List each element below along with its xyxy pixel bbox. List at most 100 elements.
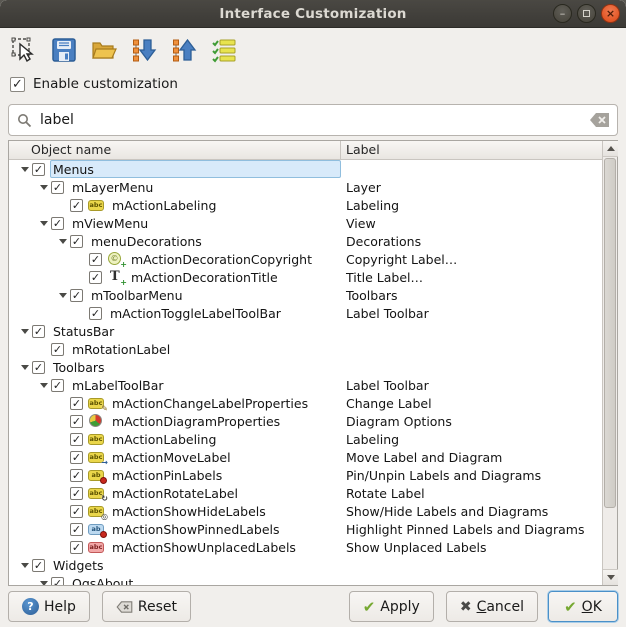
tree-row[interactable]: ✓abc↻mActionRotateLabelRotate Label xyxy=(9,484,602,502)
expand-arrow-icon[interactable] xyxy=(18,329,32,334)
tree-row[interactable]: ✓mActionDiagramPropertiesDiagram Options xyxy=(9,412,602,430)
tree-row[interactable]: ✓ StatusBar xyxy=(9,322,602,340)
row-checkbox[interactable]: ✓ xyxy=(70,523,83,536)
scroll-up-icon[interactable] xyxy=(603,141,618,157)
reset-button[interactable]: Reset xyxy=(102,591,191,622)
row-checkbox[interactable]: ✓ xyxy=(51,379,64,392)
tree-row[interactable]: ✓abcmActionShowUnplacedLabelsShow Unplac… xyxy=(9,538,602,556)
object-name[interactable]: mActionDiagramProperties xyxy=(109,414,283,429)
maximize-icon[interactable] xyxy=(577,4,596,23)
row-checkbox[interactable]: ✓ xyxy=(70,469,83,482)
tree-row[interactable]: ✓abmActionPinLabelsPin/Unpin Labels and … xyxy=(9,466,602,484)
select-widgets-icon[interactable] xyxy=(10,36,38,64)
tree-row[interactable]: ✓©+mActionDecorationCopyrightCopyright L… xyxy=(9,250,602,268)
row-checkbox[interactable]: ✓ xyxy=(32,559,45,572)
row-checkbox[interactable]: ✓ xyxy=(32,163,45,176)
object-name[interactable]: mActionToggleLabelToolBar xyxy=(107,306,284,321)
tree-row[interactable]: ✓mActionToggleLabelToolBarLabel Toolbar xyxy=(9,304,602,322)
column-divider[interactable] xyxy=(340,141,341,160)
object-name[interactable]: mToolbarMenu xyxy=(88,288,186,303)
row-checkbox[interactable]: ✓ xyxy=(51,343,64,356)
object-name[interactable]: mActionDecorationTitle xyxy=(128,270,281,285)
row-checkbox[interactable]: ✓ xyxy=(70,505,83,518)
object-name[interactable]: mActionChangeLabelProperties xyxy=(109,396,311,411)
tree-row[interactable]: ✓ Toolbars xyxy=(9,358,602,376)
titlebar[interactable]: Interface Customization – × xyxy=(0,0,626,28)
tree-row[interactable]: ✓ Widgets xyxy=(9,556,602,574)
close-icon[interactable]: × xyxy=(601,4,620,23)
tree-row[interactable]: ✓menuDecorationsDecorations xyxy=(9,232,602,250)
tree-row[interactable]: ✓abc→mActionMoveLabelMove Label and Diag… xyxy=(9,448,602,466)
column-header-label[interactable]: Label xyxy=(346,142,380,157)
row-checkbox[interactable]: ✓ xyxy=(32,325,45,338)
row-checkbox[interactable]: ✓ xyxy=(70,451,83,464)
scrollbar-thumb[interactable] xyxy=(604,158,616,508)
expand-arrow-icon[interactable] xyxy=(37,221,51,226)
search-box[interactable] xyxy=(8,104,618,136)
tree-row[interactable]: ✓abc◎mActionShowHideLabelsShow/Hide Labe… xyxy=(9,502,602,520)
tree-row[interactable]: ✓ QgsAbout xyxy=(9,574,602,585)
object-name[interactable]: mActionShowUnplacedLabels xyxy=(109,540,299,555)
cancel-button[interactable]: ✖ Cancel xyxy=(446,591,538,622)
search-input[interactable] xyxy=(40,112,590,128)
column-header-object-name[interactable]: Object name xyxy=(31,142,111,157)
row-checkbox[interactable]: ✓ xyxy=(32,361,45,374)
row-checkbox[interactable]: ✓ xyxy=(51,181,64,194)
tree-row[interactable]: ✓T+mActionDecorationTitleTitle Label… xyxy=(9,268,602,286)
row-checkbox[interactable]: ✓ xyxy=(89,271,102,284)
minimize-icon[interactable]: – xyxy=(553,4,572,23)
row-checkbox[interactable]: ✓ xyxy=(89,253,102,266)
object-name[interactable]: mLayerMenu xyxy=(69,180,156,195)
tree-row[interactable]: ✓abc✎mActionChangeLabelPropertiesChange … xyxy=(9,394,602,412)
object-name[interactable]: mActionMoveLabel xyxy=(109,450,234,465)
object-name[interactable]: menuDecorations xyxy=(88,234,205,249)
open-folder-icon[interactable] xyxy=(90,36,118,64)
object-name[interactable]: mActionRotateLabel xyxy=(109,486,241,501)
enable-customization-checkbox[interactable]: ✓ xyxy=(10,77,25,92)
object-name[interactable]: StatusBar xyxy=(50,324,117,339)
row-checkbox[interactable]: ✓ xyxy=(70,199,83,212)
clear-text-icon[interactable] xyxy=(590,113,609,127)
object-name[interactable]: mViewMenu xyxy=(69,216,151,231)
tree-row[interactable]: ✓mRotationLabel xyxy=(9,340,602,358)
select-all-icon[interactable] xyxy=(210,36,238,64)
save-icon[interactable] xyxy=(50,36,78,64)
row-checkbox[interactable]: ✓ xyxy=(70,289,83,302)
expand-arrow-icon[interactable] xyxy=(56,293,70,298)
expand-arrow-icon[interactable] xyxy=(18,167,32,172)
row-checkbox[interactable]: ✓ xyxy=(70,487,83,500)
tree-row[interactable]: ✓mLayerMenuLayer xyxy=(9,178,602,196)
expand-arrow-icon[interactable] xyxy=(18,365,32,370)
help-button[interactable]: ? Help xyxy=(8,591,90,622)
collapse-all-icon[interactable] xyxy=(170,36,198,64)
tree-row[interactable]: ✓mLabelToolBarLabel Toolbar xyxy=(9,376,602,394)
expand-arrow-icon[interactable] xyxy=(37,581,51,586)
row-checkbox[interactable]: ✓ xyxy=(70,397,83,410)
row-checkbox[interactable]: ✓ xyxy=(70,541,83,554)
object-name[interactable]: Widgets xyxy=(50,558,107,573)
ok-button[interactable]: ✔ OK xyxy=(548,591,618,622)
row-checkbox[interactable]: ✓ xyxy=(51,217,64,230)
expand-arrow-icon[interactable] xyxy=(37,185,51,190)
object-name[interactable]: Menus xyxy=(50,162,97,177)
tree-row[interactable]: ✓mToolbarMenuToolbars xyxy=(9,286,602,304)
object-name[interactable]: mLabelToolBar xyxy=(69,378,167,393)
expand-arrow-icon[interactable] xyxy=(18,563,32,568)
tree-row[interactable]: ✓abcmActionLabelingLabeling xyxy=(9,196,602,214)
row-checkbox[interactable]: ✓ xyxy=(70,235,83,248)
tree-row[interactable]: ✓abcmActionLabelingLabeling xyxy=(9,430,602,448)
tree-row[interactable]: ✓ Menus xyxy=(9,160,602,178)
row-checkbox[interactable]: ✓ xyxy=(51,577,64,586)
expand-arrow-icon[interactable] xyxy=(37,383,51,388)
tree-row[interactable]: ✓mViewMenuView xyxy=(9,214,602,232)
tree-row[interactable]: ✓abmActionShowPinnedLabelsHighlight Pinn… xyxy=(9,520,602,538)
expand-all-icon[interactable] xyxy=(130,36,158,64)
row-checkbox[interactable]: ✓ xyxy=(89,307,102,320)
object-name[interactable]: mActionShowHideLabels xyxy=(109,504,269,519)
object-name[interactable]: QgsAbout xyxy=(69,576,136,586)
object-name[interactable]: Toolbars xyxy=(50,360,108,375)
object-name[interactable]: mActionLabeling xyxy=(109,432,219,447)
expand-arrow-icon[interactable] xyxy=(56,239,70,244)
row-checkbox[interactable]: ✓ xyxy=(70,415,83,428)
object-name[interactable]: mActionLabeling xyxy=(109,198,219,213)
